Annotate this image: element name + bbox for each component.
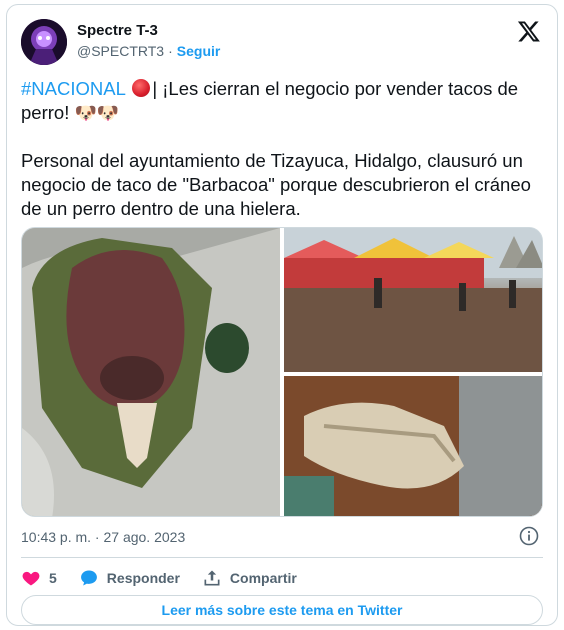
- like-button[interactable]: 5: [21, 568, 57, 588]
- tweet-card: Spectre T-3 @SPECTRT3 · Seguir #NACIONAL…: [6, 4, 558, 626]
- avatar[interactable]: [21, 19, 67, 65]
- share-button[interactable]: Compartir: [202, 568, 297, 588]
- divider: [21, 557, 543, 558]
- media-grid: [21, 227, 543, 517]
- tweet-paragraph-2: Personal del ayuntamiento de Tizayuca, H…: [21, 150, 531, 219]
- author-handle-row: @SPECTRT3 · Seguir: [77, 43, 220, 59]
- follow-button[interactable]: Seguir: [177, 43, 221, 59]
- read-more-button[interactable]: Leer más sobre este tema en Twitter: [21, 595, 543, 625]
- heart-icon: [22, 571, 40, 586]
- action-bar: 5 Responder Compartir: [21, 565, 319, 591]
- like-count: 5: [49, 570, 57, 586]
- tweet-timestamp[interactable]: 10:43 p. m. · 27 ago. 2023: [21, 529, 185, 545]
- reply-label: Responder: [106, 570, 180, 586]
- info-icon[interactable]: [519, 526, 539, 546]
- separator-dot: ·: [168, 43, 173, 59]
- red-circle-icon: [132, 79, 151, 97]
- comment-bubble-icon: [80, 570, 97, 586]
- dog-face-icon: 🐶: [74, 103, 97, 123]
- media-photo-skull-remains[interactable]: [284, 376, 542, 516]
- media-photo-dog-head[interactable]: [22, 228, 280, 516]
- author-handle[interactable]: @SPECTRT3: [77, 43, 164, 59]
- hashtag-link[interactable]: #NACIONAL: [21, 78, 125, 99]
- tweet-paragraph-1: #NACIONAL | ¡Les cierran el negocio por …: [21, 77, 543, 125]
- tweet-text: #NACIONAL | ¡Les cierran el negocio por …: [21, 77, 543, 245]
- reply-button[interactable]: Responder: [79, 568, 180, 588]
- author-name[interactable]: Spectre T-3: [77, 22, 158, 39]
- dog-face-icon: 🐶: [96, 103, 120, 123]
- media-photo-event-tents[interactable]: [284, 228, 542, 372]
- x-logo-icon[interactable]: [517, 19, 541, 43]
- share-label: Compartir: [229, 570, 297, 586]
- share-icon: [204, 570, 220, 586]
